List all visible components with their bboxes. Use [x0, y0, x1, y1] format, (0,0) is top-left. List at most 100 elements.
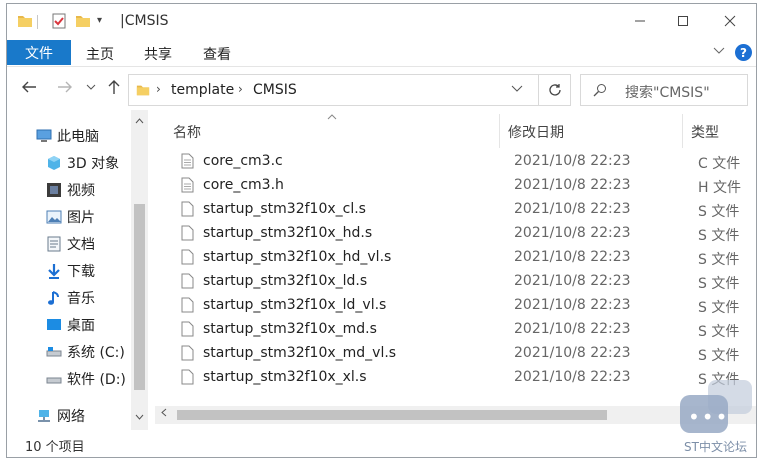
file-name: startup_stm32f10x_ld_vl.s	[203, 297, 387, 313]
maximize-button[interactable]	[660, 4, 706, 38]
chevron-right-icon[interactable]: ›	[156, 82, 161, 96]
scroll-left-icon[interactable]	[161, 408, 167, 420]
column-header-date[interactable]: 修改日期	[508, 122, 564, 142]
nav-item-drive-d[interactable]: 软件 (D:)	[45, 367, 126, 391]
blank-file-icon	[181, 273, 194, 293]
new-folder-icon[interactable]	[75, 13, 91, 33]
file-date: 2021/10/8 22:23	[514, 201, 631, 217]
scroll-thumb[interactable]	[134, 204, 145, 390]
search-icon	[593, 83, 607, 101]
tab-share[interactable]: 共享	[144, 44, 172, 64]
file-row[interactable]: startup_stm32f10x_md.s 2021/10/8 22:23 S…	[155, 318, 756, 342]
folder-icon	[136, 83, 150, 101]
tab-file[interactable]: 文件	[7, 40, 71, 65]
file-row[interactable]: startup_stm32f10x_md_vl.s 2021/10/8 22:2…	[155, 342, 756, 366]
network-icon	[35, 408, 53, 424]
search-input[interactable]: 搜索"CMSIS"	[580, 74, 748, 106]
breadcrumb-cmsis[interactable]: CMSIS	[253, 82, 297, 98]
search-placeholder: 搜索"CMSIS"	[625, 85, 710, 101]
file-name: startup_stm32f10x_cl.s	[203, 201, 366, 217]
title-separator	[37, 15, 38, 29]
back-arrow-icon[interactable]	[21, 79, 37, 98]
column-divider[interactable]	[499, 114, 500, 148]
file-type: H 文件	[698, 180, 741, 196]
nav-item-downloads[interactable]: 下载	[45, 259, 95, 283]
chevron-down-icon[interactable]	[511, 83, 523, 96]
nav-item-documents[interactable]: 文档	[45, 232, 95, 256]
file-type: S 文件	[698, 204, 740, 220]
column-header-type[interactable]: 类型	[691, 122, 719, 142]
file-type: S 文件	[698, 300, 740, 316]
nav-item-pictures[interactable]: 图片	[45, 205, 95, 229]
nav-item-network[interactable]: 网络	[35, 404, 85, 428]
file-name: startup_stm32f10x_xl.s	[203, 369, 367, 385]
nav-item-label: 图片	[67, 210, 95, 226]
nav-item-video[interactable]: 视频	[45, 178, 95, 202]
file-name: core_cm3.c	[203, 153, 283, 169]
column-headers: 名称 修改日期 类型	[155, 110, 756, 148]
customize-toolbar-icon[interactable]: ▾	[97, 15, 102, 26]
nav-item-3d-objects[interactable]: 3D 对象	[45, 151, 119, 175]
tab-home[interactable]: 主页	[86, 44, 114, 64]
blank-file-icon	[181, 249, 194, 269]
nav-pane-scrollbar[interactable]	[131, 110, 148, 430]
file-type: S 文件	[698, 228, 740, 244]
folder-icon[interactable]	[17, 13, 33, 33]
properties-icon[interactable]	[51, 13, 67, 33]
drive-d-icon	[45, 371, 63, 387]
nav-item-drive-c[interactable]: 系统 (C:)	[45, 340, 125, 364]
nav-item-desktop[interactable]: 桌面	[45, 313, 95, 337]
file-name: startup_stm32f10x_md_vl.s	[203, 345, 397, 361]
scroll-up-icon[interactable]	[135, 116, 144, 127]
up-arrow-icon[interactable]	[107, 79, 121, 99]
file-date: 2021/10/8 22:23	[514, 297, 631, 313]
column-header-name[interactable]: 名称	[173, 122, 201, 142]
nav-item-music[interactable]: 音乐	[45, 286, 95, 310]
nav-item-label: 下载	[67, 264, 95, 280]
close-icon	[724, 15, 736, 27]
watermark-text: ST中文论坛	[684, 440, 747, 454]
file-row[interactable]: startup_stm32f10x_cl.s 2021/10/8 22:23 S…	[155, 198, 756, 222]
expand-ribbon-icon[interactable]	[713, 44, 725, 58]
blank-file-icon	[181, 297, 194, 317]
file-row[interactable]: startup_stm32f10x_hd.s 2021/10/8 22:23 S…	[155, 222, 756, 246]
help-icon[interactable]: ?	[735, 44, 752, 61]
navigation-pane: 此电脑 3D 对象 视频 图片 文档 下载 音乐 桌面 系统 (C:) 软件 (…	[7, 110, 148, 430]
breadcrumb-template[interactable]: template	[171, 82, 234, 98]
file-date: 2021/10/8 22:23	[514, 153, 631, 169]
pictures-icon	[45, 209, 63, 225]
scroll-down-icon[interactable]	[135, 412, 144, 423]
file-date: 2021/10/8 22:23	[514, 345, 631, 361]
recent-locations-icon[interactable]	[86, 83, 96, 93]
nav-item-this-pc[interactable]: 此电脑	[35, 124, 99, 148]
documents-icon	[45, 236, 63, 252]
drive-c-icon	[45, 344, 63, 360]
file-row[interactable]: startup_stm32f10x_hd_vl.s 2021/10/8 22:2…	[155, 246, 756, 270]
file-row[interactable]: startup_stm32f10x_ld_vl.s 2021/10/8 22:2…	[155, 294, 756, 318]
text-file-icon	[181, 177, 194, 197]
scroll-thumb[interactable]	[177, 410, 607, 420]
nav-item-label: 系统 (C:)	[67, 345, 125, 361]
nav-item-label: 软件 (D:)	[67, 372, 126, 388]
chevron-right-icon[interactable]: ›	[238, 82, 243, 96]
file-row[interactable]: startup_stm32f10x_ld.s 2021/10/8 22:23 S…	[155, 270, 756, 294]
file-date: 2021/10/8 22:23	[514, 177, 631, 193]
column-divider[interactable]	[682, 114, 683, 148]
file-row[interactable]: core_cm3.h 2021/10/8 22:23 H 文件	[155, 174, 756, 198]
tab-view[interactable]: 查看	[203, 44, 231, 64]
horizontal-scrollbar[interactable]	[155, 406, 756, 424]
refresh-icon	[548, 84, 561, 96]
file-row[interactable]: startup_stm32f10x_xl.s 2021/10/8 22:23 S…	[155, 366, 756, 390]
minimize-button[interactable]	[617, 4, 663, 38]
status-bar: 10 个项目	[7, 430, 756, 457]
file-date: 2021/10/8 22:23	[514, 225, 631, 241]
close-button[interactable]	[707, 4, 753, 38]
address-bar[interactable]: › template › CMSIS	[128, 74, 539, 106]
nav-item-label: 音乐	[67, 291, 95, 307]
refresh-button[interactable]	[539, 74, 571, 106]
download-icon	[45, 263, 63, 279]
maximize-icon	[678, 16, 688, 26]
file-row[interactable]: core_cm3.c 2021/10/8 22:23 C 文件	[155, 150, 756, 174]
forward-arrow-icon[interactable]	[57, 79, 73, 98]
file-date: 2021/10/8 22:23	[514, 249, 631, 265]
